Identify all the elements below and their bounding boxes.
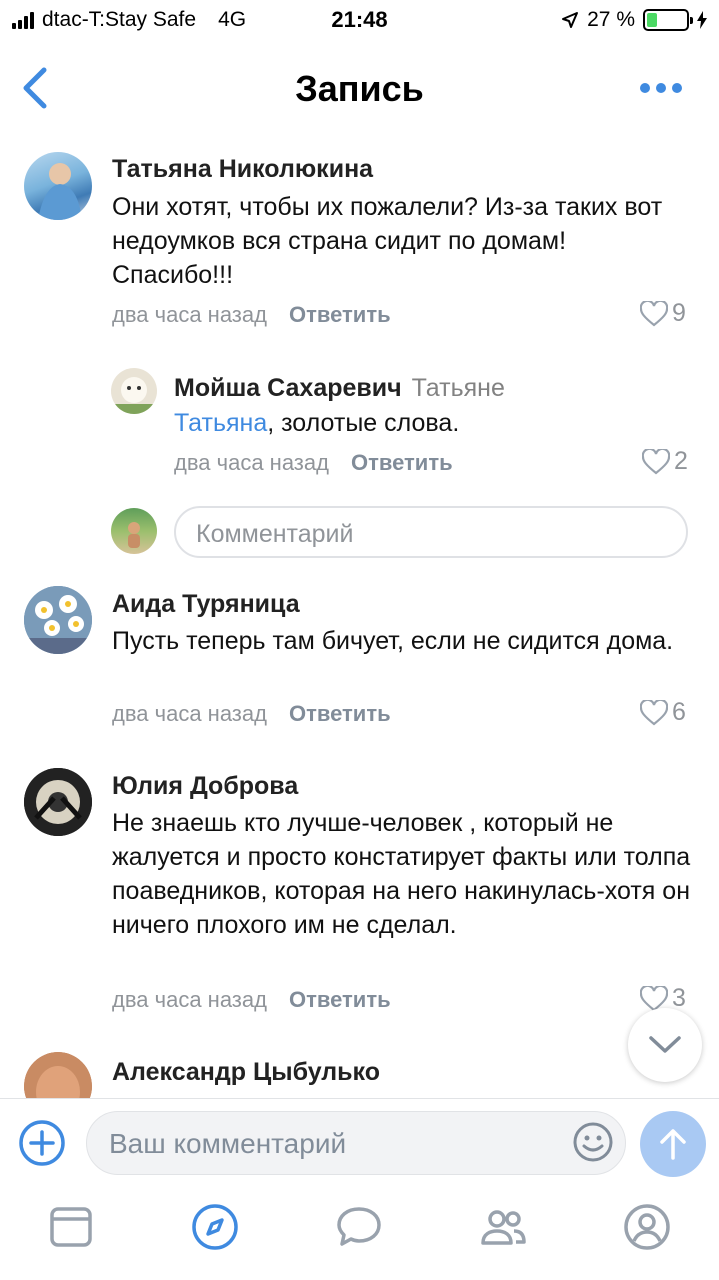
- comment-author[interactable]: Аида Туряница: [112, 590, 300, 619]
- comment-author[interactable]: Александр Цыбулько: [112, 1058, 380, 1087]
- comment-meta: два часа назад Ответить: [112, 302, 391, 328]
- mention-link[interactable]: Татьяна: [174, 409, 267, 437]
- comment-author[interactable]: Мойша Сахаревич Татьяне: [174, 374, 505, 403]
- page-title: Запись: [295, 68, 424, 109]
- status-bar: dtac-T:Stay Safe 4G 21:48 27 %: [0, 0, 719, 40]
- messages-icon[interactable]: [334, 1202, 384, 1252]
- smile-icon[interactable]: [572, 1121, 614, 1163]
- arrow-up-icon: [660, 1129, 686, 1160]
- comment-body: , золотые слова.: [267, 409, 460, 437]
- comment-composer: Ваш комментарий: [0, 1098, 719, 1188]
- comment-input[interactable]: Ваш комментарий: [86, 1111, 626, 1175]
- comment-time: два часа назад: [174, 450, 329, 475]
- comment-meta: два часа назад Ответить: [112, 987, 391, 1013]
- heart-icon: [642, 448, 670, 474]
- reply-to[interactable]: Татьяне: [412, 374, 505, 402]
- comment-meta: два часа назад Ответить: [112, 701, 391, 727]
- avatar[interactable]: [111, 368, 157, 414]
- like-count: 6: [672, 698, 686, 726]
- like-count: 9: [672, 299, 686, 327]
- profile-icon[interactable]: [622, 1202, 672, 1252]
- comment-time: два часа назад: [112, 987, 267, 1012]
- location-arrow-icon: [562, 12, 579, 28]
- more-dots-icon[interactable]: [639, 76, 683, 100]
- reply-button[interactable]: Ответить: [289, 701, 391, 726]
- avatar[interactable]: [24, 586, 92, 654]
- comment-time: два часа назад: [112, 701, 267, 726]
- like-count: 2: [674, 447, 688, 475]
- plus-circle-icon[interactable]: [18, 1119, 66, 1167]
- avatar[interactable]: [24, 768, 92, 836]
- heart-icon: [640, 300, 668, 326]
- nav-bar: Запись: [0, 40, 719, 136]
- comment-text: Они хотят, чтобы их пожалели? Из-за таки…: [112, 193, 663, 289]
- reply-button[interactable]: Ответить: [289, 987, 391, 1012]
- news-icon[interactable]: [46, 1202, 96, 1252]
- comment-time: два часа назад: [112, 302, 267, 327]
- compass-icon[interactable]: [190, 1202, 240, 1252]
- comment-text: Татьяна, золотые слова.: [174, 406, 684, 440]
- comment-author[interactable]: Татьяна Николюкина: [112, 155, 373, 184]
- scroll-down-button[interactable]: [628, 1008, 702, 1082]
- status-right: 27 %: [561, 8, 707, 32]
- comment-author[interactable]: Юлия Доброва: [112, 772, 298, 801]
- reply-button[interactable]: Ответить: [351, 450, 453, 475]
- comment-text: Пусть теперь там бичует, если не сидится…: [112, 627, 674, 655]
- charging-bolt-icon: [697, 11, 707, 29]
- comment-text: Не знаешь кто лучше-человек , который не…: [112, 809, 691, 939]
- reply-comment-input[interactable]: Комментарий: [174, 506, 688, 558]
- comment-meta: два часа назад Ответить: [174, 450, 453, 476]
- heart-icon: [640, 699, 668, 725]
- friends-icon[interactable]: [478, 1202, 528, 1252]
- like-button[interactable]: 6: [640, 698, 686, 727]
- like-button[interactable]: 2: [642, 447, 688, 476]
- battery-icon: [643, 9, 693, 31]
- send-button[interactable]: [640, 1111, 706, 1177]
- avatar: [111, 508, 157, 554]
- author-name[interactable]: Мойша Сахаревич: [174, 374, 402, 402]
- tab-bar: [0, 1188, 719, 1280]
- avatar[interactable]: [24, 152, 92, 220]
- battery-percent: 27 %: [587, 8, 635, 31]
- like-button[interactable]: 9: [640, 299, 686, 328]
- chevron-down-icon: [649, 1036, 681, 1053]
- reply-button[interactable]: Ответить: [289, 302, 391, 327]
